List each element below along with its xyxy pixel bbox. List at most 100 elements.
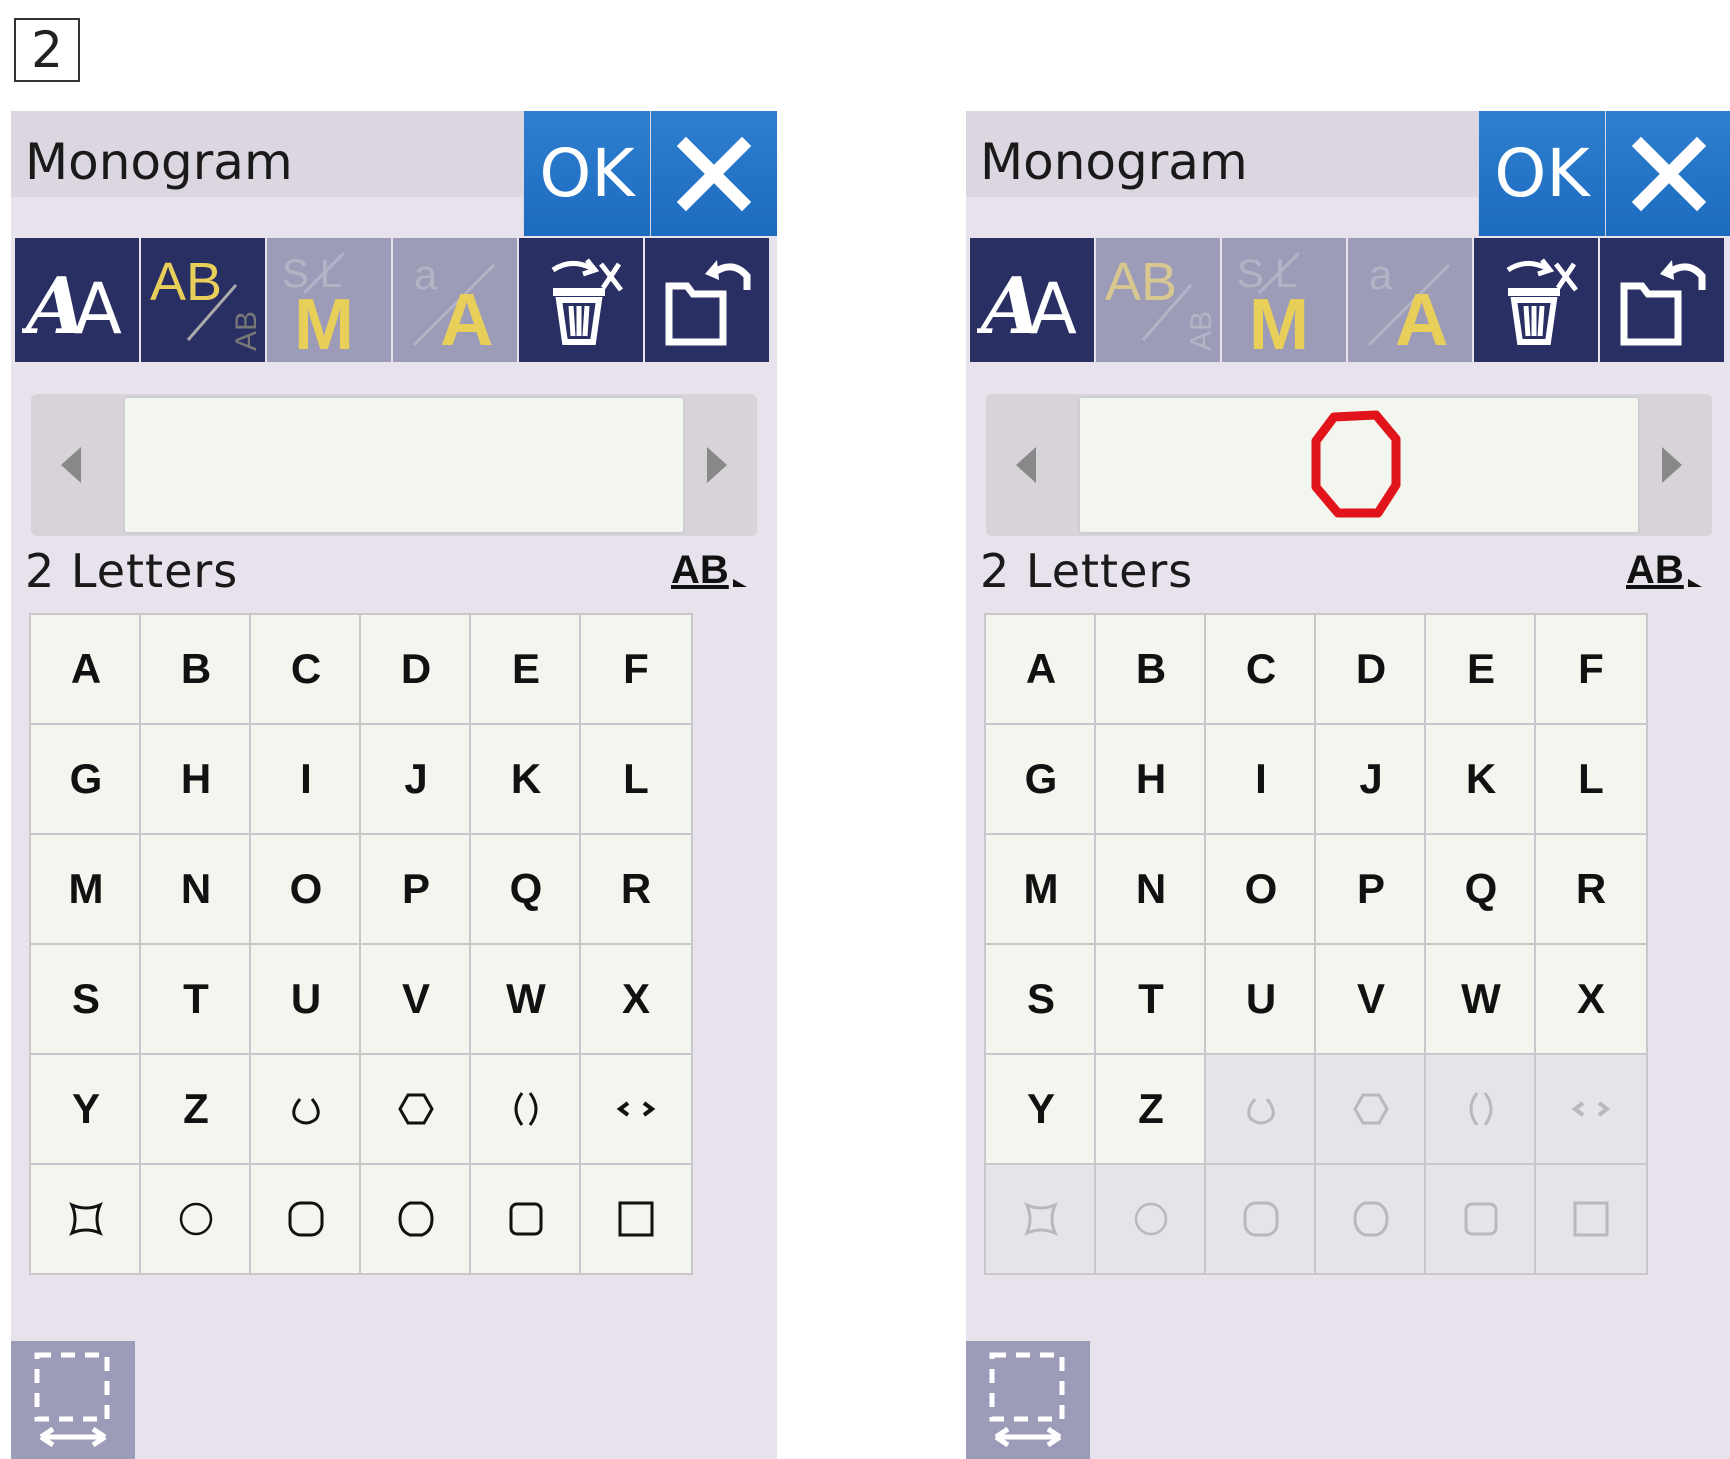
ab-arrangement-toggle[interactable]: AB	[671, 548, 747, 593]
status-text: 2 Letters	[25, 544, 239, 598]
key-k[interactable]: K	[469, 723, 583, 835]
key-h[interactable]: H	[139, 723, 253, 835]
key-q[interactable]: Q	[1424, 833, 1538, 945]
delete-button[interactable]	[1474, 238, 1598, 362]
key-o[interactable]: O	[1204, 833, 1318, 945]
key-y[interactable]: Y	[29, 1053, 143, 1165]
key-n[interactable]: N	[139, 833, 253, 945]
close-button[interactable]	[1606, 111, 1730, 236]
scroll-left-button[interactable]	[986, 394, 1068, 536]
open-file-button[interactable]	[645, 238, 769, 362]
frame-rounded-octagon-icon	[288, 1201, 324, 1237]
key-z[interactable]: Z	[1094, 1053, 1208, 1165]
key-f[interactable]: F	[1534, 613, 1648, 725]
key-p[interactable]: P	[359, 833, 473, 945]
case-button[interactable]: a A	[1348, 238, 1472, 362]
key-i[interactable]: I	[249, 723, 363, 835]
frame-key[interactable]	[469, 1053, 583, 1165]
key-c[interactable]: C	[249, 613, 363, 725]
frame-key[interactable]	[249, 1053, 363, 1165]
key-t[interactable]: T	[1094, 943, 1208, 1055]
key-b[interactable]: B	[139, 613, 253, 725]
frame-key[interactable]	[579, 1053, 693, 1165]
frame-key	[1314, 1053, 1428, 1165]
frame-key[interactable]	[359, 1053, 473, 1165]
frame-placement-button[interactable]	[966, 1341, 1090, 1459]
key-d[interactable]: D	[359, 613, 473, 725]
key-j[interactable]: J	[359, 723, 473, 835]
size-button[interactable]: S L M	[1222, 238, 1346, 362]
frame-square-icon	[1573, 1201, 1609, 1237]
key-e[interactable]: E	[1424, 613, 1538, 725]
key-o[interactable]: O	[249, 833, 363, 945]
key-x[interactable]: X	[579, 943, 693, 1055]
key-u[interactable]: U	[1204, 943, 1318, 1055]
key-r[interactable]: R	[1534, 833, 1648, 945]
font-style-button[interactable]: A A	[970, 238, 1094, 362]
toolbar: A A AB AB S L M a A	[970, 238, 1730, 362]
key-e[interactable]: E	[469, 613, 583, 725]
open-file-button[interactable]	[1600, 238, 1724, 362]
frame-key[interactable]	[579, 1163, 693, 1275]
key-h[interactable]: H	[1094, 723, 1208, 835]
svg-text:A: A	[1029, 268, 1077, 345]
ok-button[interactable]: OK	[1479, 111, 1605, 236]
key-b[interactable]: B	[1094, 613, 1208, 725]
frame-key[interactable]	[139, 1163, 253, 1275]
close-button[interactable]	[651, 111, 777, 236]
key-m[interactable]: M	[984, 833, 1098, 945]
title-bar: Monogram OK	[11, 111, 777, 236]
case-button[interactable]: a A	[393, 238, 517, 362]
key-k[interactable]: K	[1424, 723, 1538, 835]
scroll-right-button[interactable]	[1630, 394, 1712, 536]
key-s[interactable]: S	[29, 943, 143, 1055]
ok-button[interactable]: OK	[524, 111, 650, 236]
key-n[interactable]: N	[1094, 833, 1208, 945]
svg-text:A: A	[1395, 278, 1448, 355]
key-x[interactable]: X	[1534, 943, 1648, 1055]
frame-octagon-icon	[1353, 1093, 1389, 1125]
key-f[interactable]: F	[579, 613, 693, 725]
frame-key[interactable]	[469, 1163, 583, 1275]
font-style-button[interactable]: A A	[15, 238, 139, 362]
frame-placement-button[interactable]	[11, 1341, 135, 1459]
key-a[interactable]: A	[29, 613, 143, 725]
key-p[interactable]: P	[1314, 833, 1428, 945]
svg-text:M: M	[1249, 285, 1309, 355]
key-j[interactable]: J	[1314, 723, 1428, 835]
key-r[interactable]: R	[579, 833, 693, 945]
key-s[interactable]: S	[984, 943, 1098, 1055]
size-button[interactable]: S L M	[267, 238, 391, 362]
frame-key[interactable]	[29, 1163, 143, 1275]
scroll-left-button[interactable]	[31, 394, 113, 536]
layout-button[interactable]: AB AB	[141, 238, 265, 362]
key-i[interactable]: I	[1204, 723, 1318, 835]
key-c[interactable]: C	[1204, 613, 1318, 725]
key-z[interactable]: Z	[139, 1053, 253, 1165]
delete-button[interactable]	[519, 238, 643, 362]
key-l[interactable]: L	[1534, 723, 1648, 835]
key-d[interactable]: D	[1314, 613, 1428, 725]
frame-key[interactable]	[359, 1163, 473, 1275]
frame-key[interactable]	[249, 1163, 363, 1275]
key-w[interactable]: W	[469, 943, 583, 1055]
keypad: ABCDEF GHIJKL MNOPQR STUVWX YZ	[29, 613, 766, 1291]
scroll-right-button[interactable]	[675, 394, 757, 536]
key-t[interactable]: T	[139, 943, 253, 1055]
svg-text:AB: AB	[1185, 311, 1213, 351]
key-g[interactable]: G	[984, 723, 1098, 835]
layout-button[interactable]: AB AB	[1096, 238, 1220, 362]
key-m[interactable]: M	[29, 833, 143, 945]
key-u[interactable]: U	[249, 943, 363, 1055]
key-q[interactable]: Q	[469, 833, 583, 945]
key-y[interactable]: Y	[984, 1053, 1098, 1165]
ab-arrangement-toggle[interactable]: AB	[1626, 548, 1702, 593]
key-v[interactable]: V	[1314, 943, 1428, 1055]
key-l[interactable]: L	[579, 723, 693, 835]
frame-key	[1424, 1053, 1538, 1165]
key-v[interactable]: V	[359, 943, 473, 1055]
frame-rounded-square-icon	[509, 1202, 543, 1236]
key-w[interactable]: W	[1424, 943, 1538, 1055]
key-g[interactable]: G	[29, 723, 143, 835]
key-a[interactable]: A	[984, 613, 1098, 725]
